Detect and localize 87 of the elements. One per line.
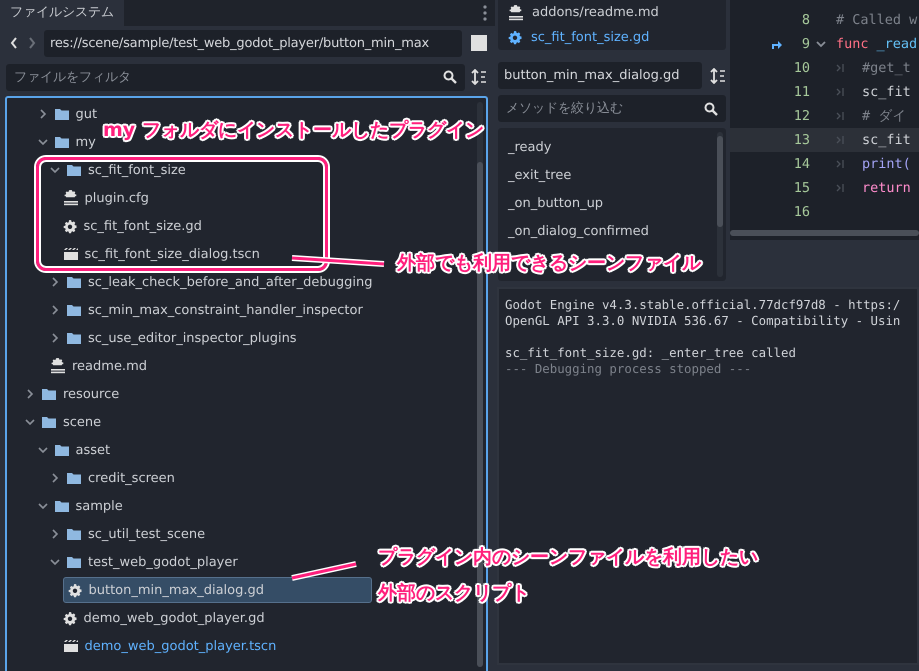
sort-icon[interactable] [471,69,487,85]
gear-icon [68,582,82,598]
tree-item[interactable]: sc_util_test_scene [88,526,206,542]
method-item[interactable]: _exit_tree [508,162,714,190]
line-number: 9 [800,36,810,52]
clapperboard-icon [62,638,78,654]
tree-item[interactable]: sc_min_max_constraint_handler_inspector [88,302,363,318]
code-text: # Called w [836,12,918,28]
output-line: --- Debugging process stopped --- [505,361,752,377]
tree-item[interactable]: test_web_godot_player [88,554,238,570]
line-number: 10 [792,60,810,76]
clapperboard-icon [62,246,78,262]
method-item[interactable]: _ready [508,134,714,162]
output-line: Godot Engine v4.3.stable.official.77dcf97d8 - https:/ [505,297,902,313]
output-line: sc_fit_font_size.gd: _enter_tree called [505,345,797,361]
code-text: #get_t [862,60,911,76]
tree-item[interactable]: sc_use_editor_inspector_plugins [88,330,297,346]
line-number: 15 [792,180,810,196]
forward-icon[interactable] [28,37,36,49]
method-filter-field[interactable]: メソッドを絞り込む [498,95,726,122]
output-line: OpenGL API 3.3.0 NVIDIA 536.67 - Compatibility - Usin [505,313,902,329]
folder-icon [66,162,82,178]
folder-icon [54,134,70,150]
tree-item[interactable]: sc_fit_font_size [88,162,186,178]
tree-item[interactable]: demo_web_godot_player.gd [84,610,265,626]
folder-icon [66,470,82,486]
tree-item[interactable]: plugin.cfg [84,190,149,206]
folder-icon [66,274,82,290]
tree-item[interactable]: sc_leak_check_before_and_after_debugging [88,274,372,290]
folder-icon [41,414,57,430]
code-text: func _read [836,36,918,52]
tree-item[interactable]: readme.md [72,358,147,374]
panel-tab[interactable]: ファイルシステム [0,0,124,26]
code-text: print( [862,156,911,172]
file-name: button_min_max_dialog.gd [88,582,264,598]
script-name-field[interactable]: button_min_max_dialog.gd [498,62,702,89]
folder-icon [66,302,82,318]
tree-item[interactable]: credit_screen [88,470,175,486]
line-number: 16 [792,204,810,220]
method-item[interactable]: _on_button_up [508,190,714,218]
menu-icon[interactable] [483,5,487,21]
back-icon[interactable] [10,37,18,49]
line-number: 12 [792,108,810,124]
gear-icon [62,218,78,234]
folder-icon [54,442,70,458]
search-icon [704,102,718,116]
scrollbar-thumb[interactable] [717,136,723,227]
folder-icon [66,554,82,570]
tree-item[interactable]: demo_web_godot_player.tscn [84,638,276,654]
line-number: 8 [800,12,810,28]
tree-item[interactable]: resource [63,386,120,402]
folder-icon [54,498,70,514]
scrollbar-thumb[interactable] [730,230,919,236]
toggle-button[interactable] [471,35,487,51]
script-list-item[interactable]: addons/readme.md [532,5,659,20]
line-number: 11 [792,84,810,100]
sort-icon[interactable] [710,68,726,84]
gear-document-icon [50,358,66,374]
gear-icon [62,610,78,626]
code-text: sc_fit [862,132,911,148]
folder-icon [54,106,70,122]
code-text: # ダイ [862,107,906,125]
selected-file-row[interactable]: button_min_max_dialog.gd [62,577,372,603]
path-field[interactable]: res://scene/sample/test_web_godot_player/button_min_max [44,30,462,56]
search-icon [443,70,457,84]
tree-item[interactable]: sc_fit_font_size_dialog.tscn [84,246,260,262]
tree-item[interactable]: sample [76,498,123,514]
line-number: 14 [792,156,810,172]
folder-icon [41,386,57,402]
gear-document-icon [62,190,78,206]
tree-item[interactable]: my [76,134,96,150]
tree-item[interactable]: gut [76,106,98,122]
line-number: 13 [792,132,810,148]
code-text: return [862,180,911,196]
gear-document-icon [508,4,524,20]
folder-icon [66,526,82,542]
gear-icon [508,30,523,45]
leader-line [290,561,358,581]
annotation-text: my フォルダにインストールしたプラグイン [103,118,484,143]
tree-item[interactable]: sc_fit_font_size.gd [84,218,202,234]
script-list-item[interactable]: sc_fit_font_size.gd [531,30,650,45]
filter-field[interactable]: ファイルをフィルタ [6,64,465,90]
code-text: sc_fit [862,84,911,100]
tree-item[interactable]: asset [76,442,110,458]
folder-icon [66,330,82,346]
tree-item[interactable]: scene [63,414,102,430]
method-item[interactable]: _on_dialog_confirmed [508,218,714,246]
